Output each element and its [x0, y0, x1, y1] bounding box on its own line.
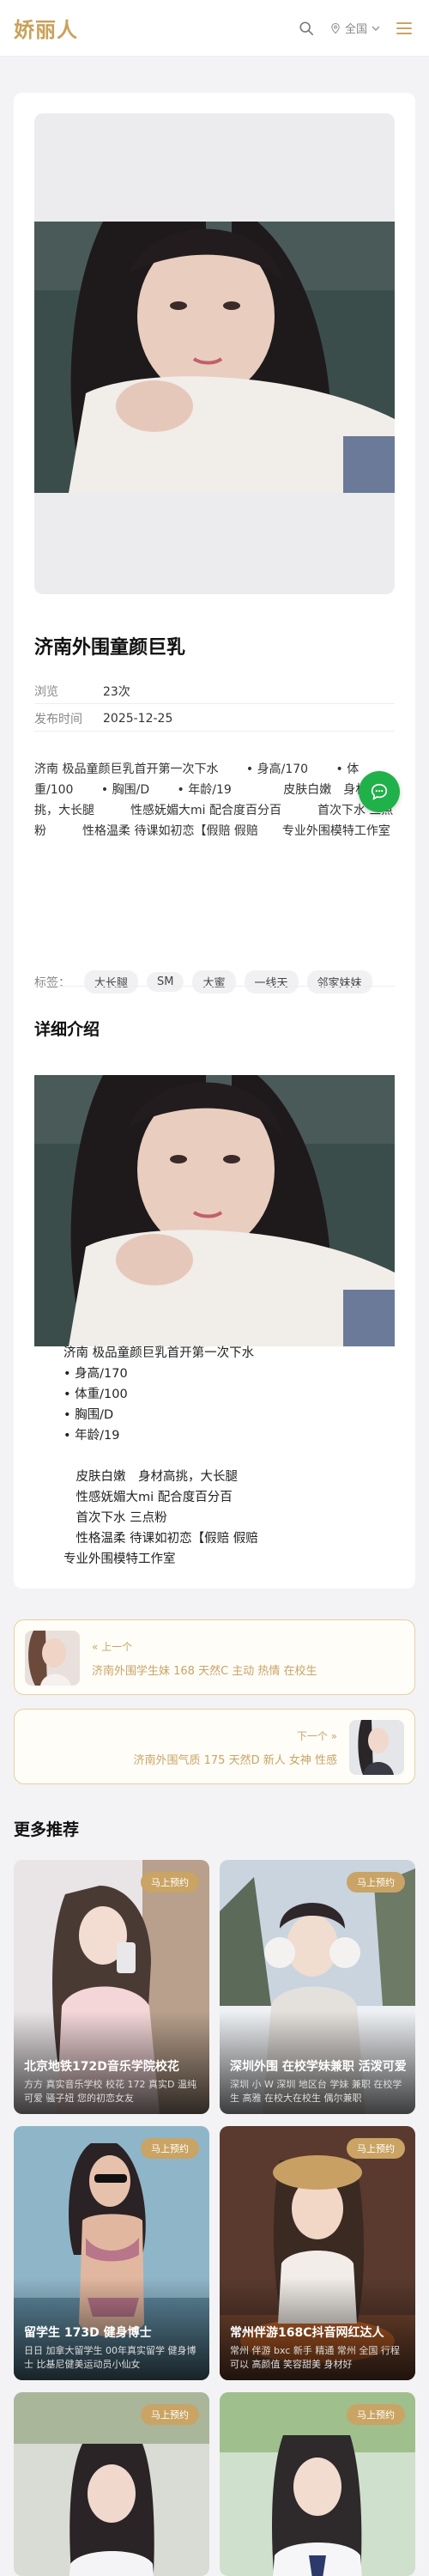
region-selector[interactable]: 全国: [329, 20, 381, 36]
search-icon[interactable]: [295, 17, 317, 39]
tag-chip[interactable]: 大长腿: [84, 970, 139, 993]
more-section-title: 更多推荐: [14, 1820, 80, 1839]
post-card: 济南外围童颜巨乳 浏览 23次 发布时间 2025-12-25 济南 极品童颜巨…: [14, 93, 415, 1589]
next-label: 下一个 »: [296, 1730, 337, 1742]
recommend-desc: 方方 真实音乐学校 校花 172 真实D 温纯可爱 骚子妞 您的初恋女友: [24, 2079, 196, 2104]
detail-photo[interactable]: [34, 1075, 395, 1346]
book-now-badge[interactable]: 马上预约: [347, 2138, 405, 2159]
book-now-badge[interactable]: 马上预约: [141, 2138, 199, 2159]
region-label: 全国: [344, 23, 367, 36]
photo-gallery[interactable]: [34, 113, 395, 594]
recommend-card[interactable]: 马上预约 留学生 173D 健身博士 日日 加拿大留学生 00年真实留学 健身博…: [14, 2126, 209, 2380]
meta-label: 浏览: [34, 684, 58, 699]
tag-chip[interactable]: 邻家妹妹: [306, 970, 372, 993]
next-thumbnail: [349, 1720, 404, 1775]
header-actions: 全国: [295, 17, 415, 39]
detail-section-title: 详细介绍: [34, 1020, 100, 1039]
post-title: 济南外围童颜巨乳: [34, 637, 186, 659]
recommend-desc: 深圳 小 W 深圳 地区台 学妹 兼职 在校学生 高雅 在校大在校生 偶尔兼职: [230, 2079, 402, 2104]
meta-label: 发布时间: [34, 712, 82, 726]
recommend-card[interactable]: 马上预约 北京地铁172D音乐学院校花 方方 真实音乐学校 校花 172 真实D…: [14, 1860, 209, 2114]
tag-list: 标签： 大长腿 SM 大蜜 一线天 邻家妹妹: [34, 970, 395, 993]
book-now-badge[interactable]: 马上预约: [141, 1872, 199, 1893]
map-pin-icon: [331, 22, 340, 33]
tag-chip[interactable]: SM: [147, 972, 184, 992]
meta-row-date: 发布时间 2025-12-25: [34, 706, 395, 732]
tags-label: 标签：: [34, 975, 70, 990]
post-summary: 济南 极品童颜巨乳首开第一次下水 • 身高/170 • 体重/100 • 胸围/…: [34, 762, 394, 838]
meta-value: 2025-12-25: [103, 711, 173, 726]
book-now-badge[interactable]: 马上预约: [347, 1872, 405, 1893]
recommend-card[interactable]: 马上预约: [14, 2392, 209, 2576]
meta-value: 23次: [103, 684, 130, 699]
tag-chip[interactable]: 一线天: [244, 970, 299, 993]
recommend-title: 北京地铁172D音乐学院校花: [24, 2060, 179, 2074]
post-photo: [34, 222, 395, 493]
site-logo[interactable]: 娇丽人: [14, 13, 78, 43]
recommend-card[interactable]: 马上预约 深圳外围 在校学妹兼职 活泼可爱 深圳 小 W 深圳 地区台 学妹 兼…: [220, 1860, 415, 2114]
prev-label: « 上一个: [92, 1641, 133, 1653]
prev-thumbnail: [25, 1631, 80, 1686]
recommend-title: 常州伴游168C抖音网红达人: [230, 2326, 384, 2340]
chat-bubble-icon[interactable]: [359, 771, 400, 812]
chevron-down-icon: [372, 25, 380, 31]
tag-chip[interactable]: 大蜜: [192, 970, 236, 993]
recommend-card[interactable]: 马上预约: [220, 2392, 415, 2576]
book-now-badge[interactable]: 马上预约: [141, 2404, 199, 2425]
recommend-desc: 日日 加拿大留学生 00年真实留学 健身博士 比基尼健美运动员小仙女: [24, 2345, 196, 2370]
book-now-badge[interactable]: 马上预约: [347, 2404, 405, 2425]
detail-description: 济南 极品童颜巨乳首开第一次下水 • 身高/170 • 体重/100 • 胸围/…: [63, 1346, 258, 1566]
meta-row-views: 浏览 23次: [34, 678, 395, 704]
prev-post-link[interactable]: « 上一个 济南外围学生妹 168 天然C 主动 热情 在校生: [14, 1619, 415, 1695]
recommend-desc: 常州 伴游 bxc 新手 精通 常州 全国 行程 可以 高颜值 笑容甜美 身材好: [230, 2345, 400, 2370]
site-header: 娇丽人 全国: [0, 0, 429, 57]
divider: [34, 986, 395, 987]
recommend-title: 深圳外围 在校学妹兼职 活泼可爱: [230, 2060, 407, 2074]
recommend-card[interactable]: 马上预约 常州伴游168C抖音网红达人 常州 伴游 bxc 新手 精通 常州 全…: [220, 2126, 415, 2380]
next-post-link[interactable]: 下一个 » 济南外围气质 175 天然D 新人 女神 性感: [14, 1709, 415, 1784]
next-title: 济南外围气质 175 天然D 新人 女神 性感: [133, 1754, 338, 1767]
menu-icon[interactable]: [393, 17, 415, 39]
prev-title: 济南外围学生妹 168 天然C 主动 热情 在校生: [92, 1665, 317, 1678]
recommend-title: 留学生 173D 健身博士: [24, 2326, 152, 2340]
